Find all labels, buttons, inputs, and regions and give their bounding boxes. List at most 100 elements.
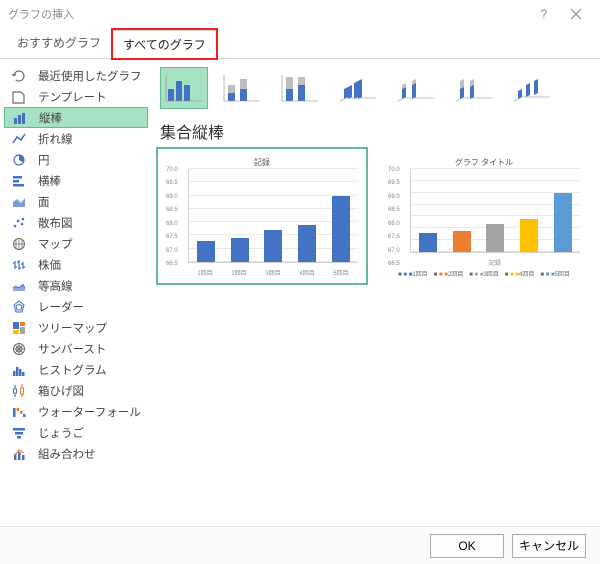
chart-preview-2[interactable]: グラフ タイトル 記録 ■1回目■2回目■3回目■4回目■5回目 66.567.…: [382, 151, 586, 281]
dialog-footer: OK キャンセル: [0, 526, 600, 564]
chart-preview-1[interactable]: 記録 1回目2回目3回目4回目5回目 66.567.067.568.068.56…: [160, 151, 364, 281]
y-tick-label: 69.5: [388, 180, 400, 186]
sidebar-item-label: マップ: [38, 236, 73, 252]
treemap-icon: [8, 319, 30, 337]
bar: [231, 238, 249, 262]
sidebar-item-scatter[interactable]: 散布図: [4, 212, 148, 233]
y-tick-label: 66.5: [388, 261, 400, 267]
x-tick-label: 3回目: [256, 268, 290, 277]
sidebar-item-surface[interactable]: 等高線: [4, 275, 148, 296]
sidebar-item-stock[interactable]: 株価: [4, 254, 148, 275]
bar: [419, 233, 437, 252]
sidebar-item-label: ウォーターフォール: [38, 404, 141, 420]
y-tick-label: 68.0: [388, 221, 400, 227]
sidebar-item-template[interactable]: テンプレート: [4, 86, 148, 107]
boxwhisker-icon: [8, 382, 30, 400]
sidebar-item-boxwhisker[interactable]: 箱ひげ図: [4, 380, 148, 401]
chart-category-label: 記録: [410, 258, 580, 267]
sidebar-item-pie[interactable]: 円: [4, 149, 148, 170]
bar: [486, 224, 504, 252]
bar-icon: [8, 172, 30, 190]
subtype-3d-stacked-100-column[interactable]: [450, 67, 498, 109]
y-tick-label: 69.0: [166, 194, 178, 200]
dialog-title: グラフの挿入: [8, 6, 528, 22]
bar: [453, 231, 471, 252]
sidebar-item-combo[interactable]: 組み合わせ: [4, 443, 148, 464]
tab-bar: おすすめグラフ すべてのグラフ: [0, 28, 600, 59]
tab-recommended[interactable]: おすすめグラフ: [6, 28, 112, 58]
subtype-title: 集合縦棒: [160, 119, 586, 143]
chart-title: グラフ タイトル: [382, 157, 586, 168]
legend-item: ■2回目: [434, 269, 464, 278]
histogram-icon: [8, 361, 30, 379]
y-tick-label: 68.5: [166, 207, 178, 213]
sidebar-item-label: 折れ線: [38, 131, 73, 147]
bar: [298, 225, 316, 262]
x-tick-label: 5回目: [324, 268, 358, 277]
sidebar-item-radar[interactable]: レーダー: [4, 296, 148, 317]
title-bar: グラフの挿入 ?: [0, 0, 600, 28]
stock-icon: [8, 256, 30, 274]
chart-plot-area: [188, 169, 358, 263]
sidebar-item-treemap[interactable]: ツリーマップ: [4, 317, 148, 338]
scatter-icon: [8, 214, 30, 232]
subtype-3d-column[interactable]: [508, 67, 556, 109]
subtype-stacked-column[interactable]: [218, 67, 266, 109]
sidebar-item-map[interactable]: マップ: [4, 233, 148, 254]
surface-icon: [8, 277, 30, 295]
waterfall-icon: [8, 403, 30, 421]
chart-title: 記録: [160, 157, 364, 168]
sidebar-item-area[interactable]: 面: [4, 191, 148, 212]
sidebar-item-label: 円: [38, 152, 50, 168]
sidebar-item-line[interactable]: 折れ線: [4, 128, 148, 149]
sidebar-item-label: サンバースト: [38, 341, 106, 357]
sidebar-item-recent[interactable]: 最近使用したグラフ: [4, 65, 148, 86]
sidebar-item-histogram[interactable]: ヒストグラム: [4, 359, 148, 380]
sidebar-item-sunburst[interactable]: サンバースト: [4, 338, 148, 359]
y-tick-label: 68.5: [388, 207, 400, 213]
bar: [332, 196, 350, 262]
ok-button[interactable]: OK: [430, 534, 504, 558]
subtype-3d-stacked-column[interactable]: [392, 67, 440, 109]
legend-item: ■4回目: [505, 269, 535, 278]
y-tick-label: 67.0: [166, 248, 178, 254]
legend-item: ■3回目: [469, 269, 499, 278]
y-tick-label: 67.0: [388, 248, 400, 254]
subtype-row: [160, 67, 586, 109]
column-icon: [9, 109, 31, 127]
recent-icon: [8, 67, 30, 85]
y-tick-label: 67.5: [388, 234, 400, 240]
bar: [197, 241, 215, 262]
y-tick-label: 66.5: [166, 261, 178, 267]
subtype-stacked-100-column[interactable]: [276, 67, 324, 109]
chart-type-list: 最近使用したグラフテンプレート縦棒折れ線円横棒面散布図マップ株価等高線レーダーツ…: [0, 59, 152, 526]
help-button[interactable]: ?: [528, 4, 560, 24]
chart-plot-area: [410, 169, 580, 253]
funnel-icon: [8, 424, 30, 442]
y-tick-label: 68.0: [166, 221, 178, 227]
tab-all-charts[interactable]: すべてのグラフ: [112, 29, 217, 59]
cancel-button[interactable]: キャンセル: [512, 534, 586, 558]
sidebar-item-label: 箱ひげ図: [38, 383, 84, 399]
legend-item: ■1回目: [398, 269, 428, 278]
line-icon: [8, 130, 30, 148]
sidebar-item-label: 面: [38, 194, 50, 210]
sidebar-item-label: 最近使用したグラフ: [38, 68, 142, 84]
sidebar-item-label: 散布図: [38, 215, 73, 231]
sidebar-item-label: レーダー: [38, 299, 84, 315]
subtype-clustered-column[interactable]: [160, 67, 208, 109]
sidebar-item-label: 株価: [38, 257, 61, 273]
sidebar-item-column[interactable]: 縦棒: [4, 107, 148, 128]
x-tick-label: 1回目: [188, 268, 222, 277]
chart-legend: ■1回目■2回目■3回目■4回目■5回目: [382, 269, 586, 278]
subtype-3d-clustered-column[interactable]: [334, 67, 382, 109]
sidebar-item-waterfall[interactable]: ウォーターフォール: [4, 401, 148, 422]
sidebar-item-funnel[interactable]: じょうご: [4, 422, 148, 443]
close-button[interactable]: [560, 4, 592, 24]
y-tick-label: 69.5: [166, 180, 178, 186]
sidebar-item-bar[interactable]: 横棒: [4, 170, 148, 191]
x-tick-label: 2回目: [222, 268, 256, 277]
sidebar-item-label: 組み合わせ: [38, 446, 96, 462]
y-tick-label: 69.0: [388, 194, 400, 200]
sidebar-item-label: 等高線: [38, 278, 73, 294]
